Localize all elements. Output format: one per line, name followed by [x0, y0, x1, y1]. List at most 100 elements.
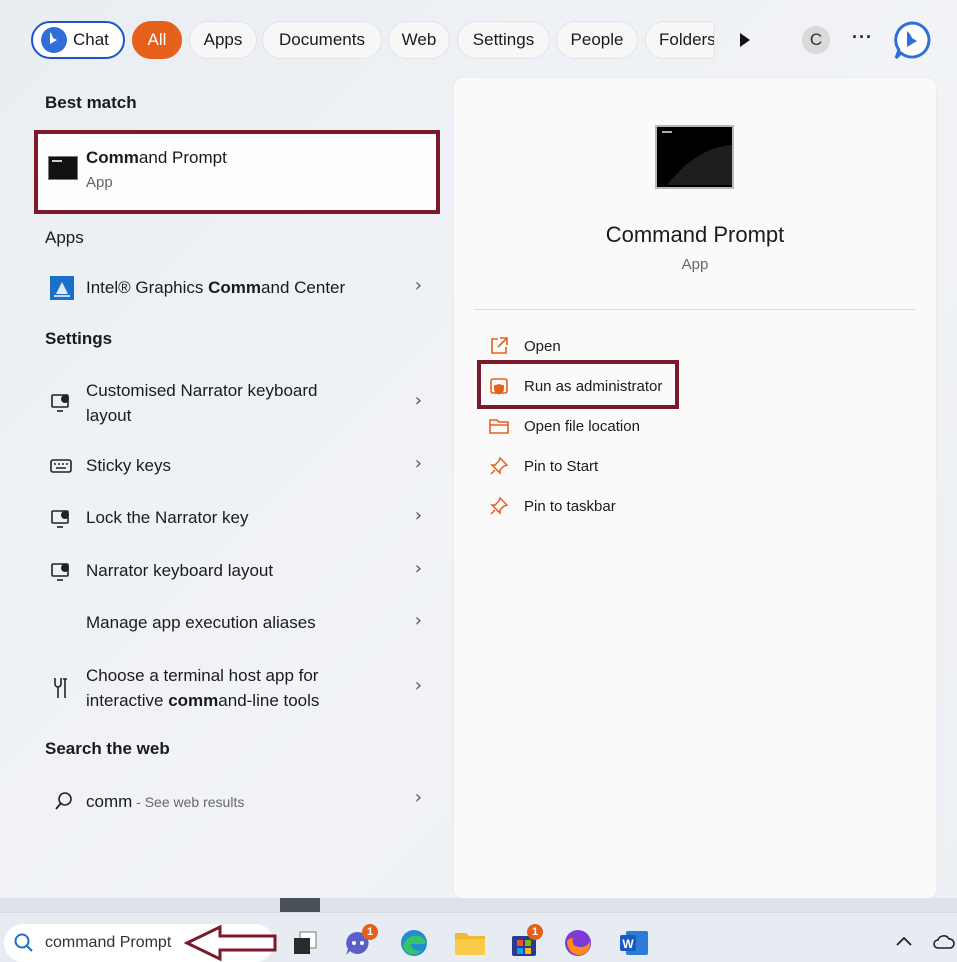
narrator-settings-icon — [50, 392, 72, 419]
filter-tab-web-label: Web — [401, 30, 437, 49]
list-item-sticky-keys[interactable]: Sticky keys › — [34, 452, 434, 482]
taskbar-dark-segment — [280, 898, 320, 912]
choose-terminal-line1: Choose a terminal host app for — [86, 666, 319, 685]
filter-tab-documents[interactable]: Documents — [262, 21, 382, 59]
firefox-icon[interactable] — [563, 928, 593, 958]
chevron-right-icon: › — [414, 675, 422, 696]
keyboard-icon — [50, 457, 72, 480]
narrator-keyboard-layout-label: Narrator keyboard layout — [86, 561, 274, 580]
action-open-label: Open — [524, 337, 561, 355]
bing-chat-icon — [41, 27, 67, 53]
web-search-label: comm - See web results — [86, 789, 244, 815]
annotation-arrow-icon — [183, 924, 278, 962]
choose-terminal-line2-pre: interactive — [86, 691, 169, 710]
chevron-right-icon: › — [414, 787, 422, 808]
pin-icon — [488, 455, 510, 477]
chevron-up-icon[interactable] — [895, 934, 913, 953]
list-item-manage-app-execution-aliases[interactable]: Manage app execution aliases › — [34, 609, 434, 639]
developer-tools-icon — [50, 676, 72, 705]
filter-tab-settings[interactable]: Settings — [457, 21, 550, 59]
microsoft-word-icon[interactable]: W — [618, 928, 648, 958]
filter-tab-all[interactable]: All — [132, 21, 182, 59]
search-icon — [13, 932, 35, 959]
intel-graphics-label: Intel® Graphics Command Center — [86, 275, 345, 300]
list-item-web-search[interactable]: comm - See web results › — [34, 786, 434, 816]
narrator-settings-icon — [50, 508, 72, 535]
action-open-file-location[interactable]: Open file location — [488, 415, 640, 437]
best-match-subtitle: App — [86, 174, 113, 191]
intel-label-post: and Center — [261, 278, 346, 297]
choose-terminal-line2: interactive command-line tools — [86, 688, 319, 713]
action-pin-to-taskbar-label: Pin to taskbar — [524, 497, 616, 515]
list-item-intel-graphics[interactable]: Intel® Graphics Command Center › — [34, 272, 434, 304]
pin-icon — [488, 495, 510, 517]
account-avatar-letter: C — [809, 30, 823, 49]
narrator-settings-icon — [50, 561, 72, 588]
action-pin-to-start[interactable]: Pin to Start — [488, 455, 598, 477]
web-search-suffix: - See web results — [132, 794, 245, 810]
action-pin-to-start-label: Pin to Start — [524, 457, 599, 475]
bing-icon[interactable] — [892, 20, 932, 65]
more-options-button[interactable]: ··· — [852, 27, 873, 48]
command-prompt-large-icon — [655, 125, 734, 189]
list-item-narrator-keyboard-layout[interactable]: Narrator keyboard layout › — [34, 557, 434, 587]
action-open-file-location-label: Open file location — [524, 417, 640, 435]
best-match-title: Command Prompt — [86, 148, 227, 168]
onedrive-cloud-icon[interactable] — [932, 934, 956, 955]
filter-tab-apps[interactable]: Apps — [189, 21, 257, 59]
account-avatar[interactable]: C — [802, 26, 830, 54]
lock-narrator-key-label: Lock the Narrator key — [86, 508, 249, 527]
detail-divider — [474, 309, 916, 310]
svg-text:W: W — [622, 937, 634, 951]
scroll-filters-right-icon[interactable] — [738, 31, 752, 54]
chevron-right-icon: › — [414, 453, 422, 474]
filter-tab-people-label: People — [570, 30, 624, 49]
best-match-heading: Best match — [45, 93, 137, 112]
list-item-lock-narrator-key[interactable]: Lock the Narrator key › — [34, 504, 434, 534]
chevron-right-icon: › — [414, 610, 422, 631]
filter-tab-people[interactable]: People — [556, 21, 638, 59]
list-item-choose-terminal-host[interactable]: Choose a terminal host app for interacti… — [34, 662, 434, 716]
intel-graphics-icon — [50, 276, 74, 300]
filter-tab-all-label: All — [147, 30, 167, 49]
web-search-query: comm — [86, 792, 133, 811]
apps-heading: Apps — [45, 228, 84, 247]
edge-browser-icon[interactable] — [399, 928, 429, 958]
chat-filter-button[interactable]: Chat — [31, 21, 125, 59]
command-prompt-app-icon — [48, 156, 78, 180]
search-web-heading: Search the web — [45, 739, 170, 758]
chevron-right-icon: › — [414, 558, 422, 579]
action-run-as-administrator-label: Run as administrator — [524, 377, 663, 395]
filter-tab-apps-label: Apps — [203, 30, 243, 49]
filter-tab-folders[interactable]: Folders — [645, 21, 715, 59]
action-run-as-administrator[interactable]: Run as administrator — [488, 375, 662, 397]
taskbar-search-text: command Prompt — [45, 934, 172, 951]
action-open[interactable]: Open — [488, 335, 561, 357]
detail-title: Command Prompt — [605, 222, 785, 247]
search-icon — [54, 791, 74, 816]
action-pin-to-taskbar[interactable]: Pin to taskbar — [488, 495, 616, 517]
task-view-icon[interactable] — [290, 928, 320, 958]
more-options-label: ··· — [852, 27, 873, 47]
best-match-title-rest: and Prompt — [138, 148, 227, 167]
manage-app-execution-aliases-label: Manage app execution aliases — [86, 613, 316, 632]
filter-tab-web[interactable]: Web — [388, 21, 450, 59]
detail-pane — [454, 78, 936, 898]
best-match-title-bold: Comm — [86, 148, 139, 167]
store-notification-badge: 1 — [527, 924, 543, 940]
intel-label-pre: Intel® Graphics — [86, 278, 209, 297]
choose-terminal-line2-post: and-line tools — [218, 691, 320, 710]
file-explorer-icon[interactable] — [454, 928, 485, 958]
customised-narrator-line2: layout — [86, 406, 132, 425]
settings-heading: Settings — [45, 329, 113, 348]
filter-tab-documents-label: Documents — [279, 30, 365, 49]
chevron-right-icon: › — [414, 390, 422, 411]
filter-tab-folders-label: Folders — [659, 30, 715, 49]
folder-icon — [488, 415, 510, 437]
list-item-customised-narrator[interactable]: Customised Narrator keyboard layout › — [34, 376, 434, 430]
detail-subtitle: App — [681, 256, 709, 273]
customised-narrator-label: Customised Narrator keyboard layout — [86, 378, 317, 428]
choose-terminal-host-label: Choose a terminal host app for interacti… — [86, 663, 319, 713]
best-match-command-prompt[interactable]: Command Prompt App — [34, 130, 440, 214]
taskbar-gap-strip — [0, 898, 957, 912]
